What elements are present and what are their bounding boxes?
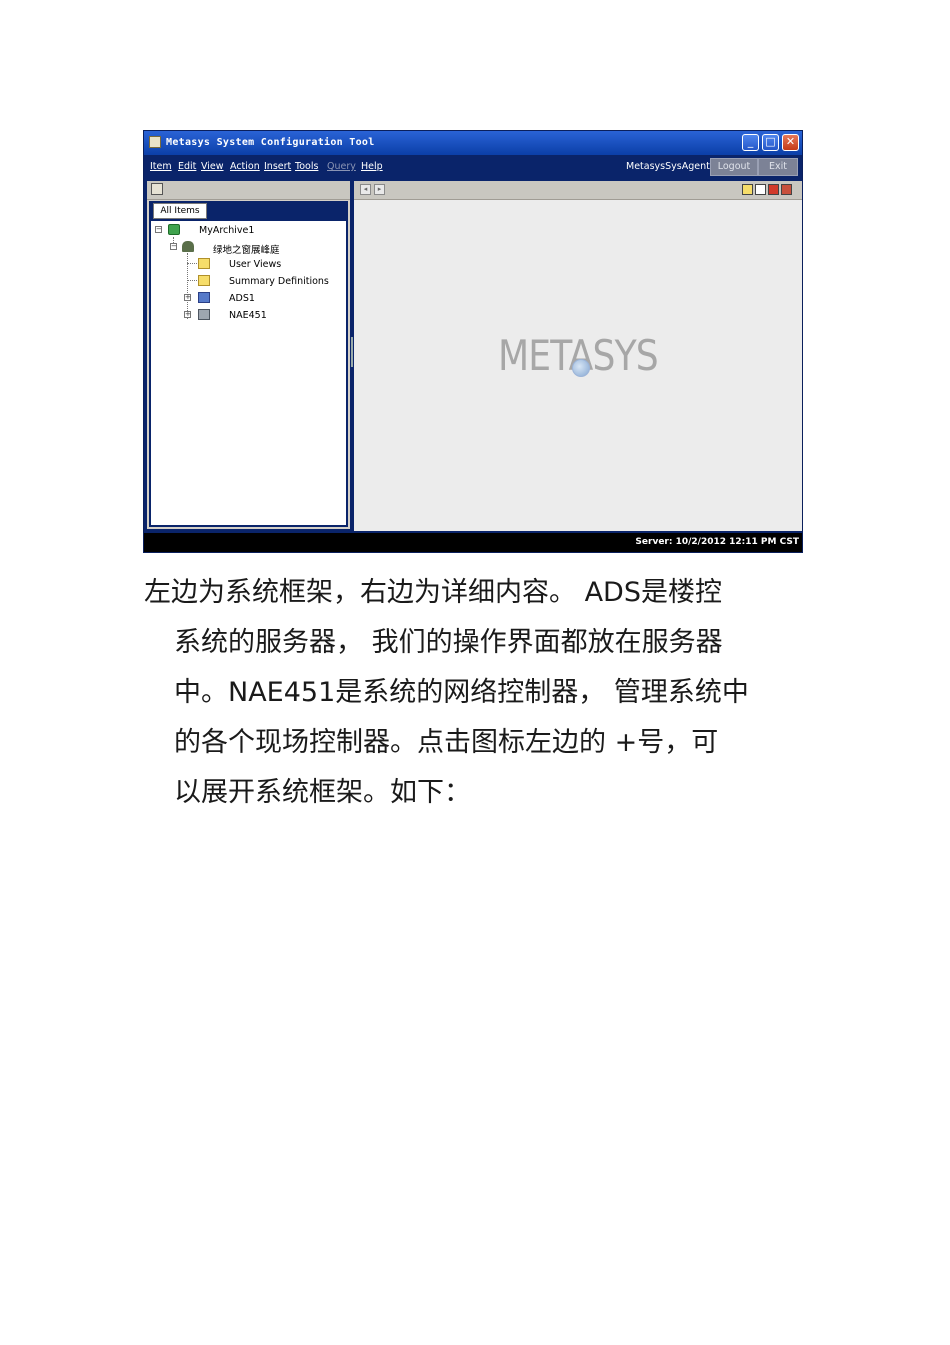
menu-help[interactable]: Help xyxy=(361,161,383,172)
menu-edit[interactable]: Edit xyxy=(178,161,196,172)
folder-icon xyxy=(198,275,210,286)
minimize-button[interactable]: _ xyxy=(742,134,759,151)
menu-item[interactable]: Item xyxy=(150,161,172,172)
refresh-icon[interactable] xyxy=(781,184,792,195)
person-icon xyxy=(182,241,194,252)
close-button[interactable]: ✕ xyxy=(782,134,799,151)
exit-button[interactable]: Exit xyxy=(758,158,798,176)
menu-query[interactable]: Query xyxy=(327,161,356,172)
app-icon xyxy=(149,136,161,148)
paragraph-line-1: 左边为系统框架，右边为详细内容。 ADS是楼控 xyxy=(144,577,722,608)
navigation-toolbar xyxy=(147,181,350,200)
folder-icon xyxy=(198,258,210,269)
app-window-screenshot: Metasys System Configuration Tool _ □ ✕ … xyxy=(143,130,803,553)
device-icon xyxy=(198,309,210,320)
water-drop-icon xyxy=(572,359,590,377)
paragraph-line-4: 的各个现场控制器。点击图标左边的 +号，可 xyxy=(174,727,719,758)
tree-collapse-toggle[interactable]: − xyxy=(155,226,162,233)
server-time: Server: 10/2/2012 12:11 PM CST xyxy=(635,537,799,547)
menu-view[interactable]: View xyxy=(201,161,224,172)
title-bar[interactable]: Metasys System Configuration Tool _ □ ✕ xyxy=(144,131,802,155)
navigation-pane: All Items − MyArchive1 − 绿地之窗展峰庭 User Vi… xyxy=(147,181,350,529)
agent-name: MetasysSysAgent xyxy=(626,161,710,172)
paragraph-line-3: 中。NAE451是系统的网络控制器， 管理系统中 xyxy=(174,677,749,708)
logout-button[interactable]: Logout xyxy=(710,158,758,176)
paragraph-line-5: 以展开系统框架。如下： xyxy=(174,777,471,808)
site-icon xyxy=(168,224,180,235)
maximize-button[interactable]: □ xyxy=(762,134,779,151)
tree-node-myarchive1[interactable]: MyArchive1 xyxy=(199,225,254,236)
server-icon xyxy=(198,292,210,303)
tree-node-ads1[interactable]: ADS1 xyxy=(229,293,255,304)
tree-expand-toggle[interactable]: + xyxy=(184,311,191,318)
tree-node-site-name[interactable]: 绿地之窗展峰庭 xyxy=(213,242,280,256)
status-bar: Server: 10/2/2012 12:11 PM CST xyxy=(144,533,802,552)
navigation-tree: − MyArchive1 − 绿地之窗展峰庭 User Views Summar… xyxy=(149,219,348,527)
window-title: Metasys System Configuration Tool xyxy=(166,137,375,148)
tree-node-summary-definitions[interactable]: Summary Definitions xyxy=(229,276,329,287)
forward-arrow-icon[interactable]: ▸ xyxy=(374,184,385,195)
display-pane: ◂ ▸ METASYS xyxy=(354,181,802,531)
stop-icon[interactable] xyxy=(768,184,779,195)
menu-insert[interactable]: Insert xyxy=(264,161,291,172)
menu-action[interactable]: Action xyxy=(230,161,260,172)
lock-icon[interactable] xyxy=(742,184,753,195)
display-toolbar: ◂ ▸ xyxy=(354,181,802,200)
tree-expand-toggle[interactable]: + xyxy=(184,294,191,301)
tree-connector xyxy=(187,263,197,264)
tree-collapse-toggle[interactable]: − xyxy=(170,243,177,250)
navigation-tabs: All Items xyxy=(149,201,348,219)
tree-node-user-views[interactable]: User Views xyxy=(229,259,281,270)
menu-bar: Item Edit View Action Insert Tools Query… xyxy=(144,155,802,179)
splitter-grip-icon[interactable] xyxy=(351,337,353,367)
navigation-home-icon[interactable] xyxy=(151,183,163,195)
back-arrow-icon[interactable]: ◂ xyxy=(360,184,371,195)
tree-node-nae451[interactable]: NAE451 xyxy=(229,310,267,321)
tab-all-items[interactable]: All Items xyxy=(153,203,207,219)
new-window-icon[interactable] xyxy=(755,184,766,195)
menu-tools[interactable]: Tools xyxy=(295,161,318,172)
tree-connector xyxy=(187,280,197,281)
paragraph-line-2: 系统的服务器， 我们的操作界面都放在服务器 xyxy=(174,627,723,658)
